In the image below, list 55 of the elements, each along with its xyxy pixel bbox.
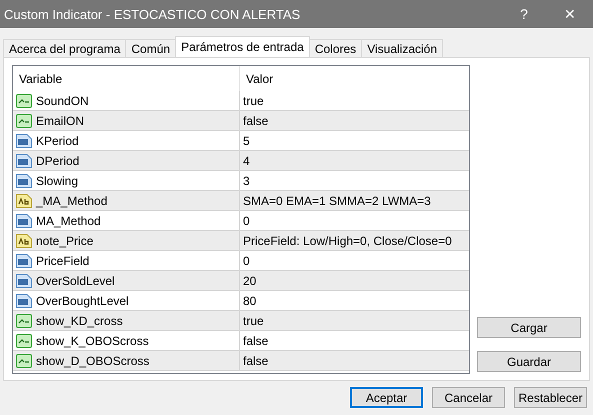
help-button[interactable]: ? [501, 0, 547, 28]
variable-name: OverBoughtLevel [36, 294, 129, 308]
variable-name: note_Price [36, 234, 94, 248]
text-icon [16, 192, 32, 208]
variable-value[interactable]: 0 [243, 254, 250, 268]
column-header[interactable]: Variable [13, 66, 240, 91]
variable-name: MA_Method [36, 214, 101, 228]
column-header[interactable]: Valor [240, 66, 469, 91]
variable-value[interactable]: false [243, 354, 268, 368]
variable-name: EmailON [36, 114, 84, 128]
side-button[interactable]: Cargar [477, 317, 581, 338]
variable-value[interactable]: 4 [243, 154, 250, 168]
variable-value[interactable]: PriceField: Low/High=0, Close/Close=0 [243, 234, 452, 248]
tab[interactable]: Parámetros de entrada [175, 36, 310, 57]
text-icon [16, 232, 32, 248]
variable-name: show_D_OBOScross [36, 354, 150, 368]
variable-value[interactable]: 3 [243, 174, 250, 188]
dialog-button[interactable]: Restablecer [514, 387, 587, 408]
number-icon [16, 172, 32, 188]
variable-value[interactable]: false [243, 114, 268, 128]
toggle-icon [16, 332, 32, 348]
variable-name: Slowing [36, 174, 78, 188]
variable-value[interactable]: 20 [243, 274, 256, 288]
toggle-icon [16, 352, 32, 368]
variable-name: DPeriod [36, 154, 80, 168]
variable-name: PriceField [36, 254, 90, 268]
variable-value[interactable]: 5 [243, 134, 250, 148]
close-button[interactable]: ✕ [547, 0, 593, 28]
number-icon [16, 212, 32, 228]
variable-name: show_KD_cross [36, 314, 123, 328]
side-button[interactable]: Guardar [477, 351, 581, 372]
dialog-button[interactable]: Aceptar [350, 387, 423, 408]
number-icon [16, 132, 32, 148]
number-icon [16, 272, 32, 288]
dialog-button[interactable]: Cancelar [432, 387, 505, 408]
variable-value[interactable]: false [243, 334, 268, 348]
tab[interactable]: Visualización [361, 39, 444, 57]
variable-name: _MA_Method [36, 194, 108, 208]
toggle-icon [16, 312, 32, 328]
variable-name: KPeriod [36, 134, 79, 148]
variable-name: SoundON [36, 94, 89, 108]
variable-value[interactable]: 0 [243, 214, 250, 228]
window-title: Custom Indicator - ESTOCASTICO CON ALERTAS [3, 6, 302, 22]
variable-value[interactable]: 80 [243, 294, 256, 308]
variable-value[interactable]: true [243, 94, 264, 108]
variable-value[interactable]: true [243, 314, 264, 328]
number-icon [16, 152, 32, 168]
variable-name: OverSoldLevel [36, 274, 115, 288]
variable-value[interactable]: SMA=0 EMA=1 SMMA=2 LWMA=3 [243, 194, 431, 208]
number-icon [16, 292, 32, 308]
toggle-icon [16, 92, 32, 108]
tab[interactable]: Acerca del programa [3, 39, 126, 57]
variable-name: show_K_OBOScross [36, 334, 149, 348]
number-icon [16, 252, 32, 268]
toggle-icon [16, 112, 32, 128]
